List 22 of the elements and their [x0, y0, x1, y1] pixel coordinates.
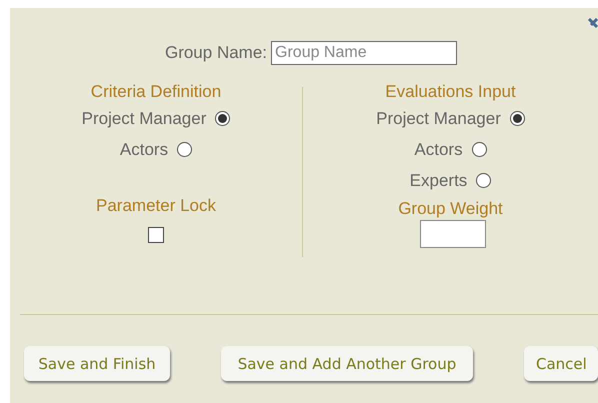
section-title: Group Weight	[398, 198, 503, 220]
group-weight-field[interactable]	[420, 220, 486, 248]
section-title: Evaluations Input	[385, 81, 516, 103]
radio-button[interactable]	[215, 111, 230, 126]
radio-button[interactable]	[510, 111, 525, 126]
option-label: Project Manager	[82, 108, 206, 128]
action-button[interactable]: Save and Add Another Group	[221, 346, 473, 381]
option-label: Experts	[410, 170, 468, 190]
option-label: Actors	[120, 140, 168, 160]
checkbox[interactable]	[148, 227, 164, 243]
group-name-label: Group Name:	[164, 43, 268, 63]
close-icon[interactable]	[588, 18, 598, 30]
section-title: Criteria Definition	[90, 81, 222, 103]
section-title: Parameter Lock	[96, 195, 216, 217]
action-button[interactable]: Save and Finish	[24, 346, 170, 381]
radio-button[interactable]	[472, 142, 487, 157]
action-button[interactable]: Cancel	[524, 346, 598, 381]
option-label: Actors	[414, 140, 463, 160]
option-label: Project Manager	[376, 108, 501, 128]
radio-button[interactable]	[476, 173, 492, 188]
group-name-field[interactable]: Group Name	[271, 41, 458, 65]
radio-button[interactable]	[177, 142, 192, 157]
